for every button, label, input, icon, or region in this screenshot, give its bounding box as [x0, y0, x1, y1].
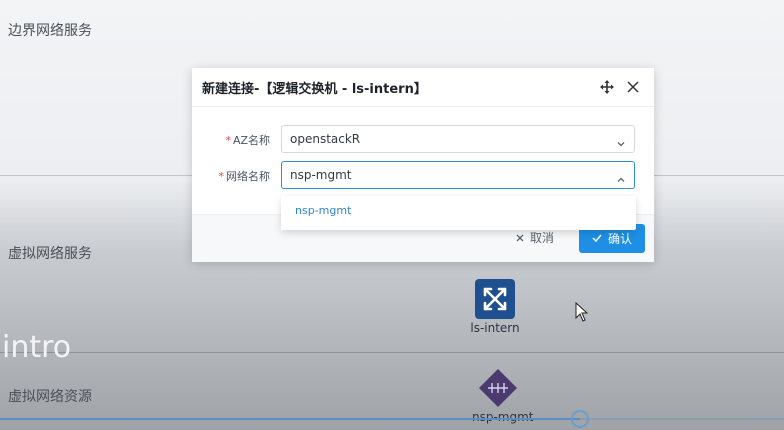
dialog-header: 新建连接-【逻辑交换机 - ls-intern】: [192, 68, 654, 107]
field-label-text: 网络名称: [226, 170, 270, 183]
node-label: ls-intern: [470, 321, 520, 335]
network-name-dropdown: nsp-mgmt: [281, 196, 636, 230]
section-label-virtual-network-service: 虚拟网络服务: [8, 246, 92, 262]
close-icon: [516, 231, 524, 245]
switch-icon: [475, 279, 515, 319]
video-progress-bar[interactable]: [0, 410, 784, 428]
required-mark: *: [218, 170, 225, 183]
field-label: * 网络名称: [219, 168, 271, 184]
field-label: * AZ名称: [225, 132, 270, 148]
network-icon: [478, 368, 518, 408]
section-label-edge-network: 边界网络服务: [8, 23, 92, 39]
video-progress-knob[interactable]: [571, 410, 590, 428]
cancel-button[interactable]: 取消: [516, 229, 554, 246]
node-label: nsp-mgmt: [472, 410, 534, 424]
form-row-network-name: * 网络名称 nsp-mgmt: [192, 161, 654, 189]
video-progress-fill: [0, 418, 581, 420]
dropdown-option[interactable]: nsp-mgmt: [295, 204, 351, 217]
section-label-virtual-network-resource: 虚拟网络资源: [8, 389, 92, 405]
network-name-select[interactable]: nsp-mgmt: [281, 161, 635, 189]
chevron-up-icon: [616, 170, 626, 182]
select-value: openstackR: [290, 132, 361, 146]
required-mark: *: [225, 134, 231, 147]
node-nsp-mgmt[interactable]: nsp-mgmt: [472, 368, 534, 424]
new-connection-dialog: 新建连接-【逻辑交换机 - ls-intern】 * AZ名称 openstack…: [192, 68, 654, 262]
chevron-down-icon: [616, 134, 626, 147]
section-divider: [0, 352, 784, 353]
mouse-cursor: [575, 301, 589, 322]
field-label-text: AZ名称: [232, 134, 270, 147]
video-overlay-title: intro: [2, 330, 72, 365]
check-icon: [592, 232, 602, 246]
cancel-label: 取消: [530, 231, 555, 245]
node-ls-intern[interactable]: ls-intern: [470, 279, 520, 335]
az-name-select[interactable]: openstackR: [281, 125, 635, 153]
select-value: nsp-mgmt: [290, 168, 352, 182]
move-icon[interactable]: [596, 76, 618, 98]
close-icon[interactable]: [622, 76, 644, 98]
confirm-label: 确认: [607, 232, 632, 246]
dialog-title: 新建连接-【逻辑交换机 - ls-intern】: [202, 81, 427, 97]
form-row-az-name: * AZ名称 openstackR: [192, 125, 654, 153]
